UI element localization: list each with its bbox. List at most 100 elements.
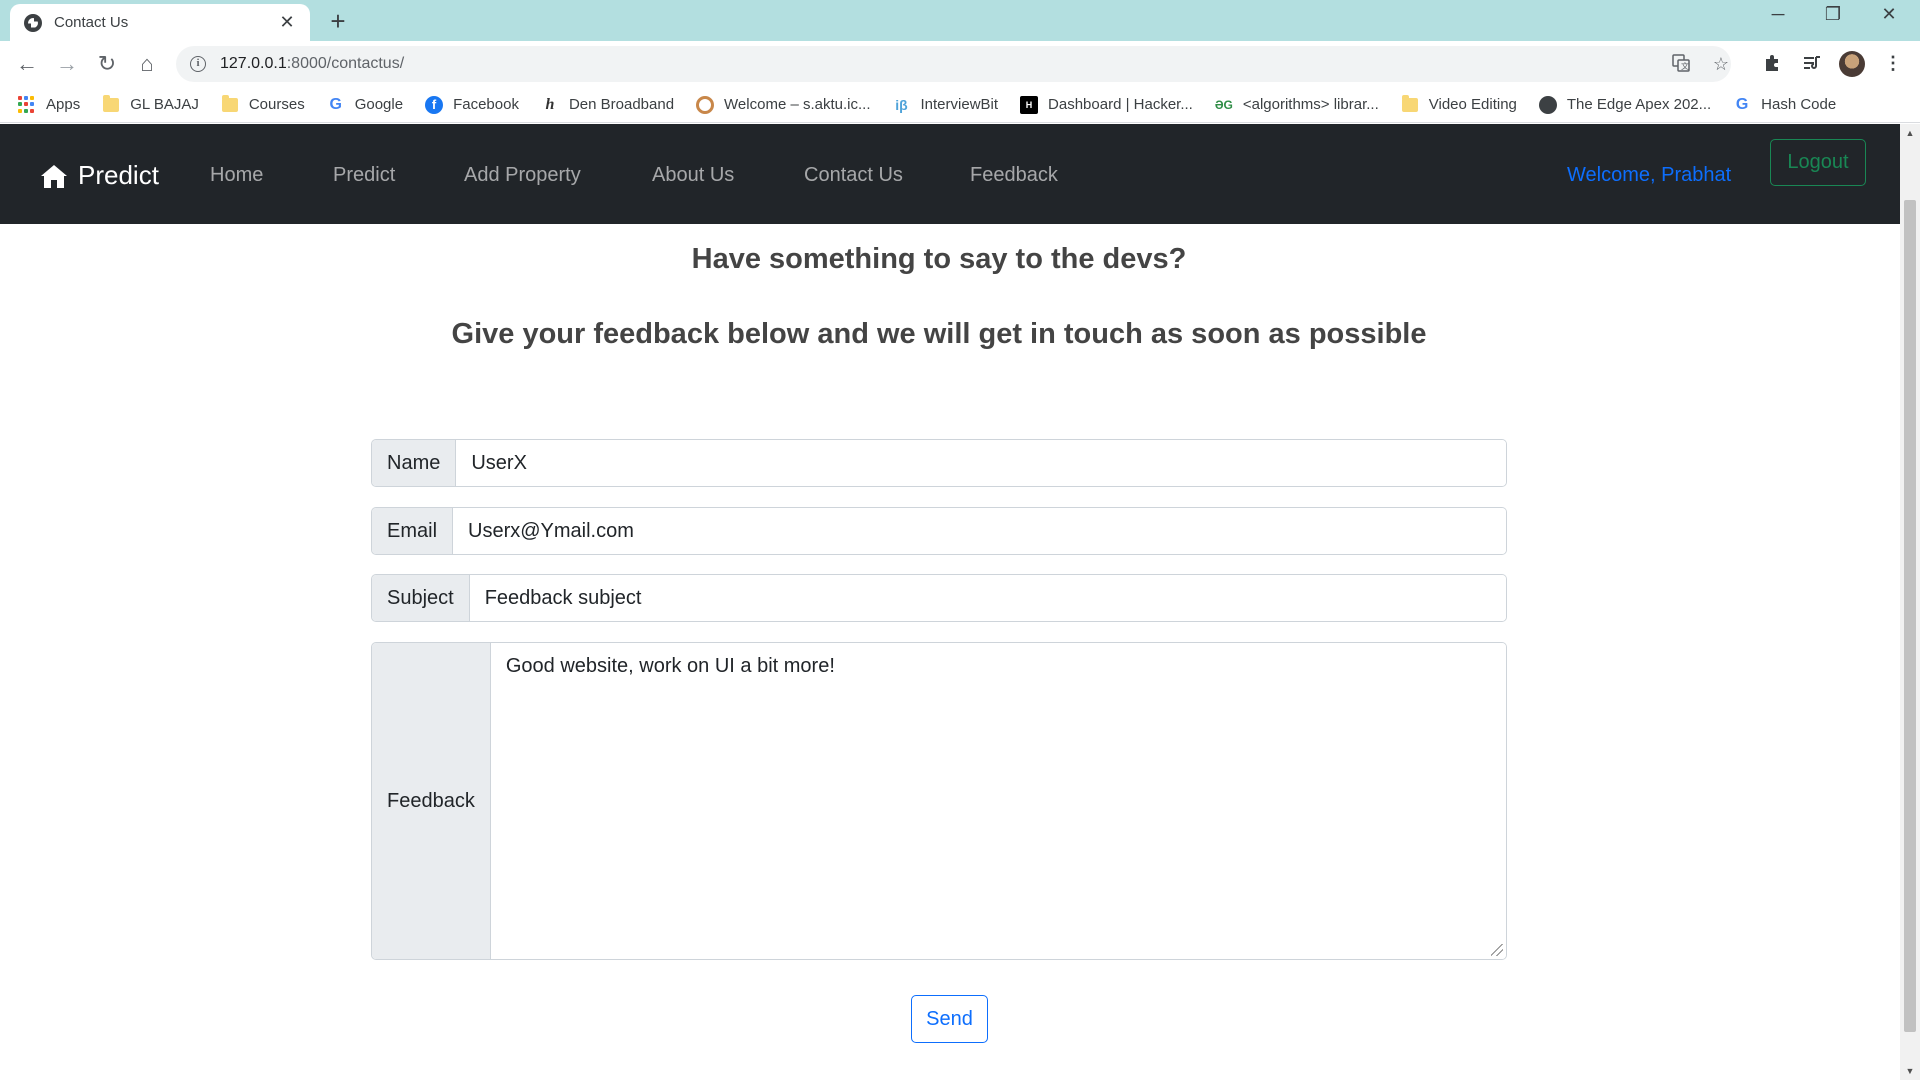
brand-link[interactable]: Predict [40, 160, 159, 191]
bookmark-label: Facebook [453, 96, 519, 113]
bookmarks-bar: Apps GL BAJAJ Courses G Google f Faceboo… [0, 87, 1920, 123]
folder-icon [221, 94, 239, 114]
menu-icon[interactable]: ⋮ [1880, 53, 1906, 74]
name-field[interactable]: UserX [456, 440, 1506, 486]
reload-icon[interactable]: ↻ [92, 49, 122, 79]
bookmark-label: GL BAJAJ [130, 96, 199, 113]
window-close-icon[interactable]: ✕ [1869, 4, 1909, 25]
bookmark-hackerrank[interactable]: H Dashboard | Hacker... [1020, 95, 1193, 114]
browser-toolbar: ← → ↻ ⌂ i 127.0.0.1:8000/contactus/ 文 ☆ … [0, 41, 1920, 87]
folder-icon [102, 94, 120, 114]
bookmark-gl-bajaj[interactable]: GL BAJAJ [102, 94, 199, 114]
globe-icon [24, 13, 42, 32]
forward-icon[interactable]: → [52, 49, 82, 79]
site-info-icon[interactable]: i [190, 56, 206, 72]
subject-field[interactable]: Feedback subject [469, 575, 1506, 621]
hackerrank-icon: H [1020, 95, 1039, 114]
bookmark-label: InterviewBit [920, 96, 999, 113]
translate-icon[interactable]: 文 [1670, 54, 1692, 77]
minimize-icon[interactable]: ─ [1758, 4, 1798, 25]
logout-button[interactable]: Logout [1770, 139, 1866, 186]
browser-tab[interactable]: Contact Us ✕ [10, 4, 310, 41]
restore-icon[interactable]: ❐ [1813, 4, 1853, 25]
page-viewport: Predict Home Predict Add Property About … [0, 124, 1900, 1080]
nav-link-home[interactable]: Home [210, 164, 263, 187]
site-navbar: Predict Home Predict Add Property About … [0, 124, 1900, 224]
subject-input-group: Subject Feedback subject [371, 574, 1507, 622]
bookmark-label: Den Broadband [568, 96, 675, 113]
name-input-group: Name UserX [371, 439, 1507, 487]
folder-icon [1401, 94, 1419, 114]
feedback-textarea[interactable]: Good website, work on UI a bit more! [490, 643, 1506, 959]
bookmark-label: Apps [46, 96, 81, 113]
send-button[interactable]: Send [911, 995, 988, 1043]
svg-text:文: 文 [1681, 61, 1689, 71]
subject-label: Subject [372, 575, 470, 621]
scroll-up-icon[interactable]: ▲ [1900, 124, 1920, 142]
tab-title: Contact Us [54, 14, 129, 31]
apps-icon [18, 95, 36, 114]
bookmark-label: Google [354, 96, 404, 113]
globe-icon [1538, 95, 1557, 114]
bookmark-courses[interactable]: Courses [221, 94, 305, 114]
browser-tab-strip: Contact Us ✕ + ─ ❐ ✕ [0, 0, 1920, 41]
url-host: 127.0.0.1 [220, 55, 287, 72]
page-subtitle: Give your feedback below and we will get… [451, 318, 1427, 350]
name-label: Name [372, 440, 457, 486]
nav-link-contact-us[interactable]: Contact Us [804, 164, 903, 187]
bookmark-google[interactable]: G Google [327, 96, 403, 114]
email-field[interactable]: Userx@Ymail.com [453, 508, 1506, 554]
bookmark-facebook[interactable]: f Facebook [425, 95, 519, 114]
bookmark-hash-code[interactable]: G Hash Code [1733, 96, 1836, 114]
feedback-text: Good website, work on UI a bit more! [505, 655, 835, 677]
resize-handle-icon[interactable] [1491, 944, 1503, 956]
bookmark-aktu[interactable]: Welcome – s.aktu.ic... [696, 95, 871, 114]
back-icon[interactable]: ← [12, 49, 42, 79]
profile-avatar[interactable] [1839, 51, 1865, 77]
extensions-icon[interactable] [1759, 53, 1785, 78]
bookmark-label: Courses [248, 96, 305, 113]
tab-close-icon[interactable]: ✕ [276, 12, 298, 33]
bookmark-video-editing[interactable]: Video Editing [1401, 94, 1517, 114]
nav-link-predict[interactable]: Predict [333, 164, 395, 187]
gfg-icon: ƏG [1214, 97, 1233, 112]
url-path: :8000/contactus/ [286, 55, 405, 72]
aktu-icon [696, 95, 715, 114]
google-icon: G [1735, 95, 1749, 113]
bookmark-edge-apex[interactable]: The Edge Apex 202... [1538, 95, 1712, 114]
google-icon: G [329, 95, 342, 113]
nav-link-about-us[interactable]: About Us [652, 164, 734, 187]
bookmark-apps[interactable]: Apps [18, 95, 81, 114]
den-icon: h [545, 95, 555, 113]
feedback-label: Feedback [372, 643, 491, 959]
media-icon[interactable] [1799, 53, 1825, 78]
brand-name: Predict [78, 160, 159, 190]
email-label: Email [372, 508, 454, 554]
facebook-icon: f [425, 95, 444, 114]
bookmark-label: The Edge Apex 202... [1566, 96, 1712, 113]
email-input-group: Email Userx@Ymail.com [371, 507, 1507, 555]
nav-link-feedback[interactable]: Feedback [970, 164, 1058, 187]
welcome-user-link[interactable]: Welcome, Prabhat [1567, 164, 1731, 187]
feedback-input-group: Feedback Good website, work on UI a bit … [371, 642, 1507, 960]
new-tab-button[interactable]: + [324, 6, 352, 37]
nav-link-add-property[interactable]: Add Property [464, 164, 581, 187]
bookmark-den-broadband[interactable]: h Den Broadband [541, 95, 675, 114]
home-icon[interactable]: ⌂ [132, 49, 162, 79]
bookmark-label: <algorithms> librar... [1242, 96, 1379, 113]
scroll-down-icon[interactable]: ▼ [1900, 1062, 1920, 1080]
bookmark-gfg[interactable]: ƏG <algorithms> librar... [1215, 96, 1379, 114]
bookmark-label: Hash Code [1761, 96, 1837, 113]
scrollbar-thumb[interactable] [1904, 200, 1916, 1032]
url-text: 127.0.0.1:8000/contactus/ [220, 55, 404, 73]
home-icon [41, 164, 67, 188]
bookmark-interviewbit[interactable]: iβ InterviewBit [893, 96, 999, 114]
interviewbit-icon: iβ [895, 96, 908, 113]
page-title: Have something to say to the devs? [691, 243, 1187, 275]
bookmark-label: Welcome – s.aktu.ic... [724, 96, 871, 113]
address-bar[interactable]: i 127.0.0.1:8000/contactus/ 文 ☆ [176, 46, 1731, 82]
star-icon[interactable]: ☆ [1710, 54, 1732, 75]
page-scrollbar[interactable]: ▲ ▼ [1900, 124, 1920, 1080]
bookmark-label: Video Editing [1428, 96, 1517, 113]
bookmark-label: Dashboard | Hacker... [1048, 96, 1193, 113]
